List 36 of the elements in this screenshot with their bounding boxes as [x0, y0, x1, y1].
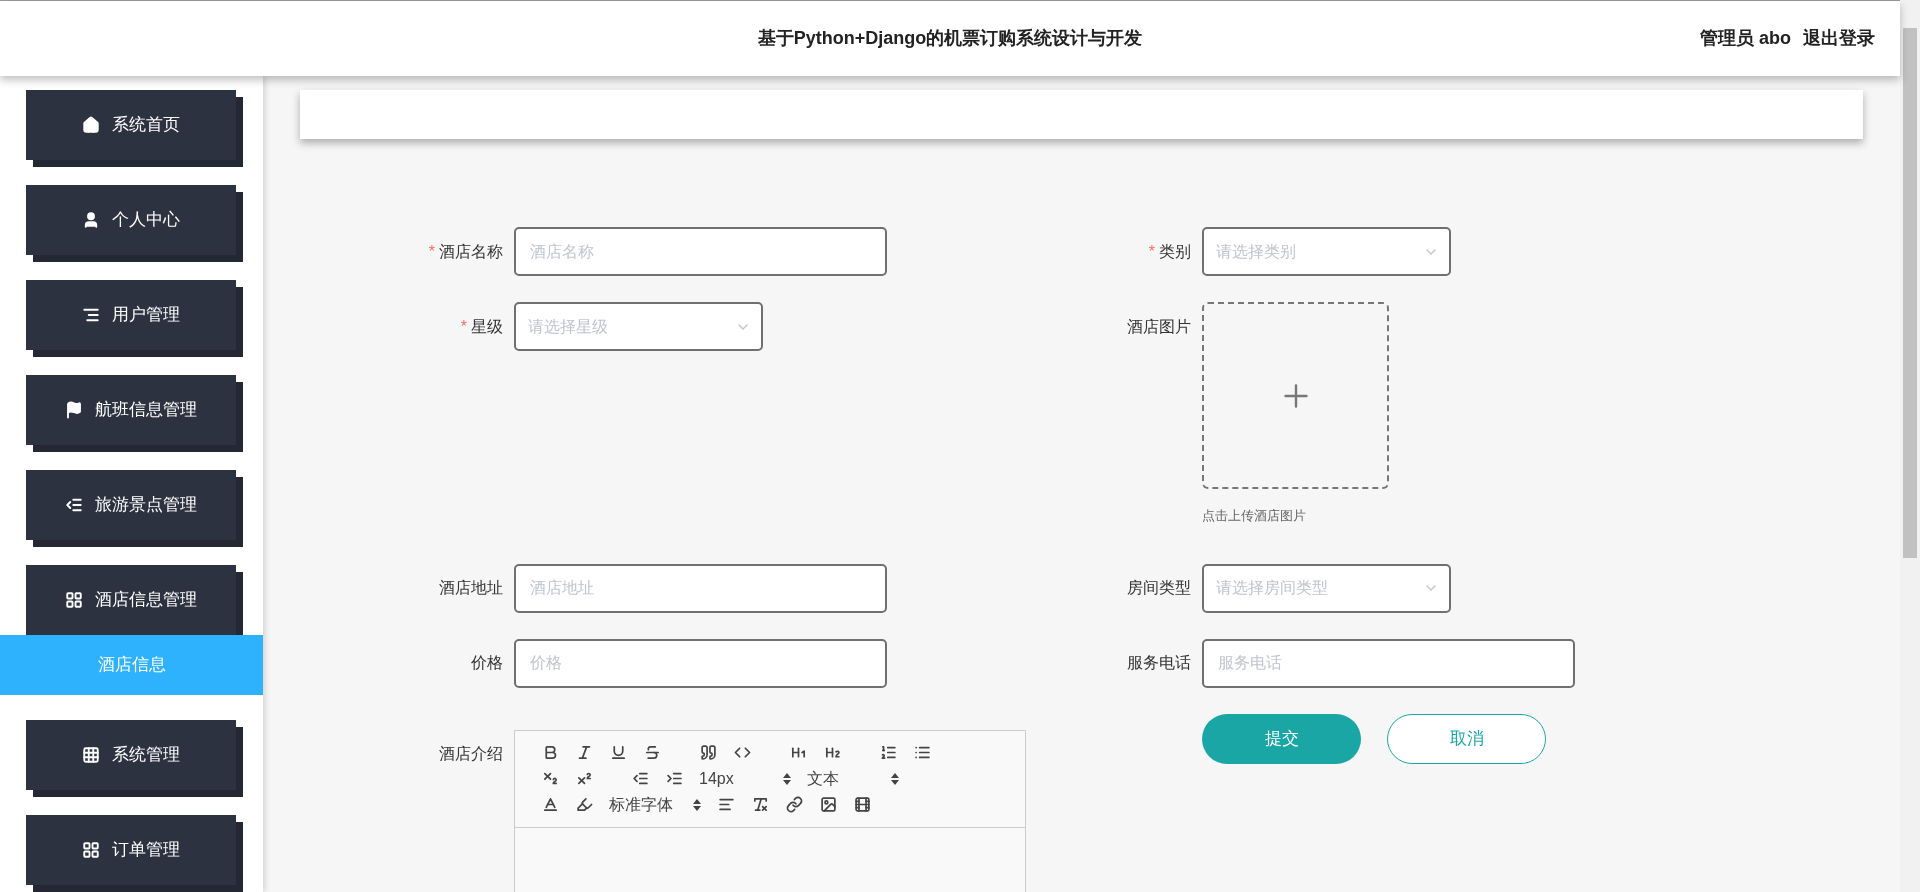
field-label: 类别: [1159, 241, 1191, 262]
required-mark: *: [428, 241, 435, 262]
toolbar-picker[interactable]: 标准字体: [601, 792, 709, 817]
field-label: 星级: [471, 316, 503, 337]
lines-icon: [82, 306, 100, 324]
text-field[interactable]: 酒店名称: [514, 227, 887, 276]
flag-icon: [65, 401, 83, 419]
field-label: 服务电话: [1127, 653, 1191, 673]
user-name: 管理员 abo: [1700, 27, 1791, 50]
field-label: 酒店介绍: [439, 744, 503, 764]
home-icon: [82, 116, 100, 134]
upload-area[interactable]: [1202, 302, 1389, 489]
sort-icon: [693, 798, 701, 811]
field-label: 价格: [471, 653, 503, 673]
grid-icon: [82, 841, 100, 859]
toolbar-picker[interactable]: 14px: [691, 766, 799, 791]
field-label: 酒店地址: [439, 578, 503, 598]
logout-link[interactable]: 退出登录: [1803, 25, 1875, 52]
scrollbar[interactable]: [1900, 0, 1920, 892]
grid-icon: [82, 746, 100, 764]
user-icon: [82, 211, 100, 229]
sort-icon: [783, 772, 791, 785]
text-field[interactable]: 价格: [514, 638, 887, 688]
required-mark: *: [1148, 241, 1155, 262]
field-label: 酒店图片: [1127, 316, 1191, 337]
text-field[interactable]: 服务电话: [1202, 638, 1575, 688]
upload-hint: 点击上传酒店图片: [1202, 507, 1307, 525]
text-field[interactable]: 酒店地址: [514, 563, 887, 613]
field-label: 酒店名称: [439, 241, 503, 262]
grid-icon: [65, 591, 83, 609]
app-title: 基于Python+Django的机票订购系统设计与开发: [757, 27, 1143, 50]
field-label: 房间类型: [1127, 578, 1191, 598]
sort-icon: [891, 772, 899, 785]
list-icon: [65, 496, 83, 514]
required-mark: *: [460, 316, 467, 337]
toolbar-picker[interactable]: 文本: [799, 766, 907, 791]
